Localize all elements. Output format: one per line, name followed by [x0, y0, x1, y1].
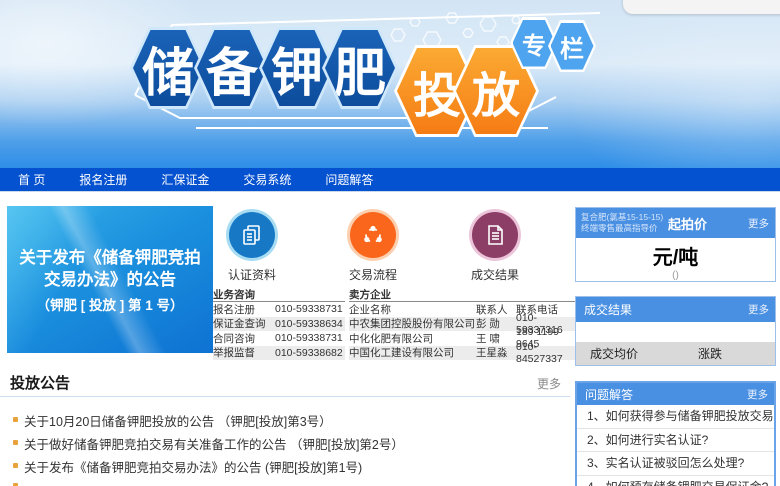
qa-link[interactable]: 2、如何进行实名认证? — [577, 429, 774, 453]
table-row: 保证金查询010-59338634 — [213, 317, 345, 332]
column-header: 企业名称 — [349, 302, 476, 317]
banner-char: 放 — [472, 56, 520, 126]
quick-link-label: 认证资料 — [212, 266, 292, 283]
panel-title: 问题解答 — [585, 386, 633, 403]
price-guide-label: 终端零售最高指导价 — [581, 223, 668, 234]
qa-link[interactable]: 1、如何获得参与储备钾肥投放交易的权限? — [577, 405, 774, 429]
announcement-link[interactable]: 关于做好储备钾肥竞拍交易有关准备工作的公告 （钾肥[投放]第2号） — [24, 434, 554, 453]
quick-link-label: 交易流程 — [333, 266, 413, 283]
banner-char: 钾 — [271, 31, 323, 106]
qa-link[interactable]: 4、如何预存储备钾肥交易保证金? — [577, 476, 774, 486]
contact-person: 王星淼 — [476, 345, 516, 360]
notice-line3: （钾肥 [ 投放 ] 第 1 号） — [7, 294, 213, 314]
contact-phone: 010-59338731 — [275, 332, 343, 344]
change-label: 涨跌 — [698, 345, 722, 362]
announcement-link[interactable]: 关于10月20日储备钾肥投放的公告 （钾肥[投放]第3号） — [24, 411, 554, 430]
contact-person: 王 啸 — [476, 331, 516, 346]
quick-link-results[interactable]: 成交结果 — [455, 212, 535, 283]
panel-header: 成交结果 更多 — [576, 297, 775, 322]
banner: 储 备 钾 肥 投 放 专 栏 — [0, 0, 780, 168]
bullet-icon — [13, 440, 18, 445]
table-row: 合同咨询010-59338731 — [213, 331, 345, 346]
price-unit: 元/吨 — [576, 241, 775, 270]
contact-label: 报名注册 — [213, 302, 275, 317]
more-link[interactable]: 更多 — [748, 302, 775, 317]
banner-char: 肥 — [334, 31, 386, 106]
price-note: () — [576, 270, 775, 281]
seller-contact-table: 卖方企业 企业名称 联系人 联系电话 中农集团控股股份有限公司 彭 勋 010-… — [349, 289, 576, 360]
product-subtitle: 复合肥(氯基15-15-15) 终端零售最高指导价 — [576, 212, 668, 234]
company-name: 中农集团控股股份有限公司 — [349, 316, 476, 331]
contact-phone: 010-59338682 — [275, 347, 343, 359]
page: 储 备 钾 肥 投 放 专 栏 首 页 报名注册 汇保证金 交易系统 问题解答 … — [0, 0, 780, 486]
notice-line1: 关于发布《储备钾肥竞拍 — [7, 247, 213, 269]
table-header: 业务咨询 — [213, 289, 345, 302]
nav-item-register[interactable]: 报名注册 — [79, 171, 127, 188]
contact-label: 合同咨询 — [213, 331, 275, 346]
bullet-icon — [13, 417, 18, 422]
bullet-icon — [13, 463, 18, 468]
avg-price-label: 成交均价 — [590, 345, 638, 362]
table-row: 中国化工建设有限公司 王星淼 010-84527337 — [349, 346, 576, 361]
business-contact-table: 业务咨询 报名注册010-59338731 保证金查询010-59338634 … — [213, 289, 345, 360]
contact-label: 举报监督 — [213, 345, 275, 360]
result-document-icon — [472, 212, 518, 258]
nav-item-home[interactable]: 首 页 — [18, 171, 45, 188]
quick-link-process[interactable]: 交易流程 — [333, 212, 413, 283]
contact-phone: 010-59338731 — [275, 303, 343, 315]
panel-header: 问题解答 更多 — [577, 383, 774, 405]
main-nav: 首 页 报名注册 汇保证金 交易系统 问题解答 — [0, 168, 780, 192]
announcements-title: 投放公告 — [10, 372, 70, 393]
contact-label: 保证金查询 — [213, 316, 275, 331]
more-link[interactable]: 更多 — [748, 216, 775, 231]
nav-item-trading-system[interactable]: 交易系统 — [243, 171, 291, 188]
documents-icon — [229, 212, 275, 258]
notice-banner-image[interactable]: 关于发布《储备钾肥竞拍 交易办法》的公告 （钾肥 [ 投放 ] 第 1 号） — [7, 206, 213, 353]
column-header: 联系人 — [476, 302, 516, 317]
table-header: 卖方企业 — [349, 289, 576, 302]
nav-item-deposit[interactable]: 汇保证金 — [161, 171, 209, 188]
share-network-icon — [350, 212, 396, 258]
quick-link-certification[interactable]: 认证资料 — [212, 212, 292, 283]
result-labels-row: 成交均价 涨跌 — [576, 342, 775, 365]
qa-link[interactable]: 3、实名认证被驳回怎么处理? — [577, 452, 774, 476]
company-name: 中化化肥有限公司 — [349, 331, 476, 346]
nav-item-qa[interactable]: 问题解答 — [325, 171, 373, 188]
table-row: 报名注册010-59338731 — [213, 302, 345, 317]
notice-line2: 交易办法》的公告 — [7, 269, 213, 291]
result-empty-row — [576, 322, 775, 342]
qa-panel: 问题解答 更多 1、如何获得参与储备钾肥投放交易的权限? 2、如何进行实名认证?… — [575, 381, 776, 486]
panel-title: 起拍价 — [668, 214, 707, 233]
quick-link-label: 成交结果 — [455, 266, 535, 283]
contact-phone: 010-59338634 — [275, 318, 343, 330]
divider — [0, 396, 570, 397]
contact-phone: 010-84527337 — [516, 341, 576, 365]
banner-char: 栏 — [560, 29, 584, 64]
announcements-more-link[interactable]: 更多 — [537, 375, 561, 392]
table-row: 举报监督010-59338682 — [213, 346, 345, 361]
browser-overlay — [623, 0, 780, 14]
deal-result-panel: 成交结果 更多 成交均价 涨跌 — [575, 296, 776, 366]
contact-person: 彭 勋 — [476, 316, 516, 331]
banner-char: 备 — [206, 31, 258, 106]
more-link[interactable]: 更多 — [747, 387, 774, 402]
company-name: 中国化工建设有限公司 — [349, 345, 476, 360]
banner-char: 储 — [142, 31, 194, 106]
announcement-link[interactable]: 关于发布《储备钾肥竞拍交易办法》的公告 (钾肥[投放]第1号) — [24, 457, 554, 476]
starting-price-panel: 复合肥(氯基15-15-15) 终端零售最高指导价 起拍价 更多 元/吨 () — [575, 207, 776, 282]
panel-title: 成交结果 — [584, 301, 632, 318]
panel-header: 复合肥(氯基15-15-15) 终端零售最高指导价 起拍价 更多 — [576, 208, 775, 238]
banner-char: 专 — [522, 26, 546, 61]
product-name: 复合肥(氯基15-15-15) — [581, 212, 668, 223]
